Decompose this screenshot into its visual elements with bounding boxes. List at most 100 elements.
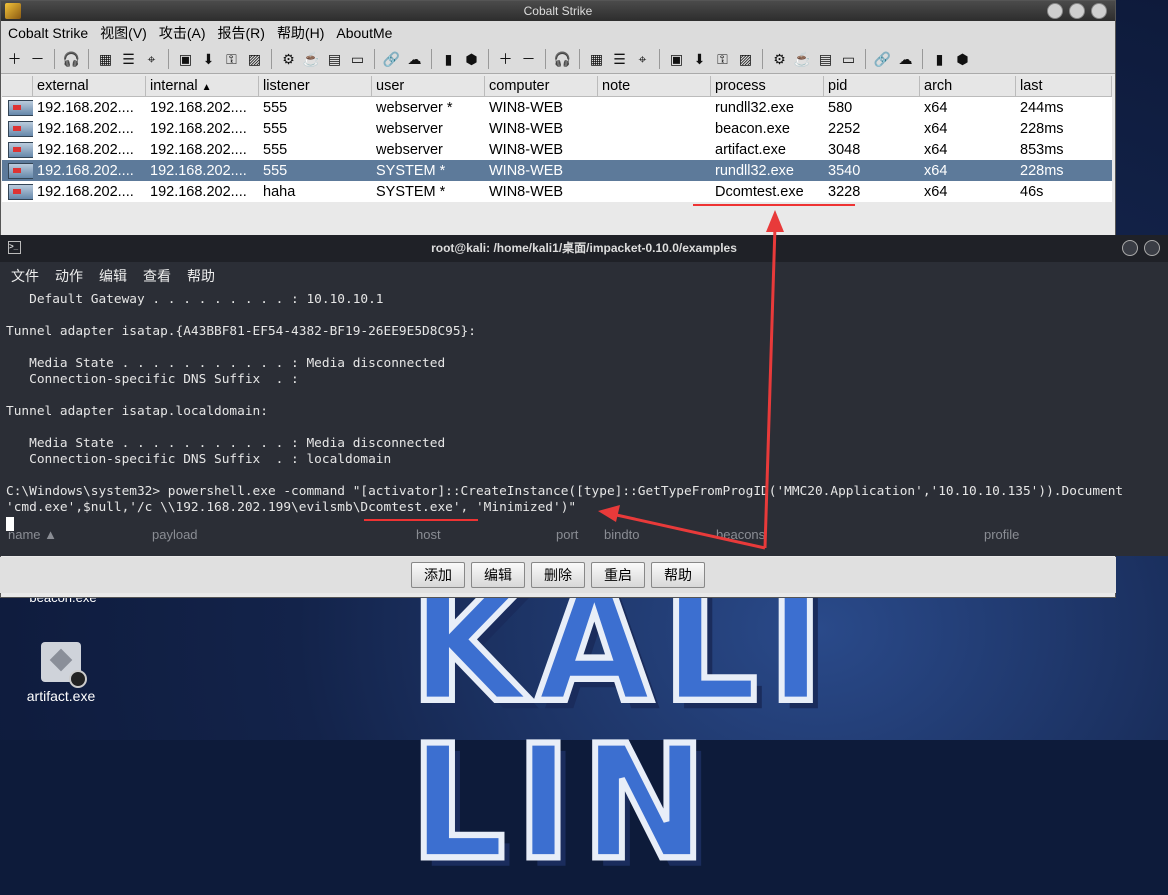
toolbar-separator <box>168 49 169 69</box>
table-row[interactable]: 192.168.202.... 192.168.202.... 555 webserv… <box>2 139 1112 160</box>
close-button[interactable] <box>1091 3 1107 19</box>
col-header-name[interactable]: name ▲ <box>4 527 148 549</box>
document-icon[interactable]: ▤ <box>816 50 835 69</box>
book-icon[interactable]: ▮ <box>930 50 949 69</box>
headphones-icon[interactable]: 🎧 <box>553 50 572 69</box>
terminal-output[interactable]: Default Gateway . . . . . . . . . : 10.1… <box>0 290 1168 516</box>
col-header-last[interactable]: last <box>1016 76 1112 96</box>
col-header-port[interactable]: port <box>552 527 600 549</box>
picture-icon[interactable]: ▨ <box>736 50 755 69</box>
crosshair-icon[interactable]: ⌖ <box>633 50 652 69</box>
desktop-icon-artifact[interactable]: artifact.exe <box>16 642 106 704</box>
col-header-pid[interactable]: pid <box>824 76 920 96</box>
terminal-maximize-button[interactable] <box>1144 240 1160 256</box>
cell-last: 228ms <box>1020 162 1064 179</box>
menu-cobalt-strike[interactable]: Cobalt Strike <box>6 25 90 41</box>
menu-view[interactable]: 视图(V) <box>98 23 149 43</box>
terminal-menu-view[interactable]: 查看 <box>143 266 171 286</box>
coffee-icon[interactable]: ☕ <box>793 50 812 69</box>
menu-reporting[interactable]: 报告(R) <box>216 23 267 43</box>
image-icon[interactable]: ▣ <box>667 50 686 69</box>
plus-icon[interactable]: ＋ <box>5 50 24 69</box>
maximize-button[interactable] <box>1069 3 1085 19</box>
col-header-arch[interactable]: arch <box>920 76 1016 96</box>
col-header-external[interactable]: external <box>33 76 146 96</box>
col-header-profile[interactable]: profile <box>980 527 1104 549</box>
cloud-icon[interactable]: ☁ <box>896 50 915 69</box>
col-header-computer[interactable]: computer <box>485 76 598 96</box>
cell-process: artifact.exe <box>715 141 786 158</box>
cell-external: 192.168.202.... <box>37 141 134 158</box>
crosshair-icon[interactable]: ⌖ <box>142 50 161 69</box>
edit-button[interactable]: 编辑 <box>471 562 525 588</box>
cell-internal: 192.168.202.... <box>150 99 247 116</box>
gear-icon[interactable]: ⚙ <box>770 50 789 69</box>
remove-button[interactable]: 删除 <box>531 562 585 588</box>
minus-icon[interactable]: － <box>28 50 47 69</box>
cube-icon[interactable]: ⬢ <box>462 50 481 69</box>
toolbar-separator <box>431 49 432 69</box>
cell-user: SYSTEM * <box>376 162 446 179</box>
terminal-titlebar[interactable]: >_ root@kali: /home/kali1/桌面/impacket-0.… <box>0 235 1168 262</box>
help-button[interactable]: 帮助 <box>651 562 705 588</box>
cell-last: 853ms <box>1020 141 1064 158</box>
terminal-menu-edit[interactable]: 编辑 <box>99 266 127 286</box>
cloud-icon[interactable]: ☁ <box>405 50 424 69</box>
grid-icon[interactable]: ▦ <box>96 50 115 69</box>
col-header-internal[interactable]: internal ▲ <box>146 76 259 96</box>
terminal-menu-help[interactable]: 帮助 <box>187 266 215 286</box>
cell-external: 192.168.202.... <box>37 99 134 116</box>
table-row[interactable]: 192.168.202.... 192.168.202.... 555 webserv… <box>2 97 1112 118</box>
terminal-icon[interactable]: ▭ <box>839 50 858 69</box>
headphones-icon[interactable]: 🎧 <box>62 50 81 69</box>
coffee-icon[interactable]: ☕ <box>302 50 321 69</box>
menu-help[interactable]: 帮助(H) <box>275 23 326 43</box>
download-icon[interactable]: ⬇ <box>690 50 709 69</box>
cell-arch: x64 <box>924 183 948 200</box>
link-icon[interactable]: 🔗 <box>382 50 401 69</box>
download-icon[interactable]: ⬇ <box>199 50 218 69</box>
col-header-host[interactable]: host <box>412 527 552 549</box>
terminal-menu-file[interactable]: 文件 <box>11 266 39 286</box>
menu-attacks[interactable]: 攻击(A) <box>157 23 208 43</box>
cell-pid: 3228 <box>828 183 861 200</box>
gear-icon[interactable]: ⚙ <box>279 50 298 69</box>
col-header-process[interactable]: process <box>711 76 824 96</box>
document-icon[interactable]: ▤ <box>325 50 344 69</box>
terminal-minimize-button[interactable] <box>1122 240 1138 256</box>
col-header-bindto[interactable]: bindto <box>600 527 712 549</box>
col-header-beacons[interactable]: beacons <box>712 527 980 549</box>
minus-icon[interactable]: － <box>519 50 538 69</box>
table-row[interactable]: 192.168.202.... 192.168.202.... 555 webserv… <box>2 118 1112 139</box>
add-button[interactable]: 添加 <box>411 562 465 588</box>
list-icon[interactable]: ☰ <box>119 50 138 69</box>
menu-aboutme[interactable]: AboutMe <box>334 25 394 41</box>
key-icon[interactable]: ⚿ <box>222 50 241 69</box>
col-header-user[interactable]: user <box>372 76 485 96</box>
picture-icon[interactable]: ▨ <box>245 50 264 69</box>
toolbar-separator <box>545 49 546 69</box>
terminal-menu-actions[interactable]: 动作 <box>55 266 83 286</box>
table-row[interactable]: 192.168.202.... 192.168.202.... 555 SYSTEM … <box>2 160 1112 181</box>
link-icon[interactable]: 🔗 <box>873 50 892 69</box>
table-row[interactable]: 192.168.202.... 192.168.202.... haha SYSTEM… <box>2 181 1112 202</box>
col-header-listener[interactable]: listener <box>259 76 372 96</box>
list-icon[interactable]: ☰ <box>610 50 629 69</box>
restart-button[interactable]: 重启 <box>591 562 645 588</box>
grid-icon[interactable]: ▦ <box>587 50 606 69</box>
cube-icon[interactable]: ⬢ <box>953 50 972 69</box>
cs-titlebar[interactable]: Cobalt Strike <box>1 1 1115 21</box>
terminal-icon[interactable]: ▭ <box>348 50 367 69</box>
book-icon[interactable]: ▮ <box>439 50 458 69</box>
col-header-payload[interactable]: payload <box>148 527 412 549</box>
cell-pid: 3540 <box>828 162 861 179</box>
minimize-button[interactable] <box>1047 3 1063 19</box>
cell-internal: 192.168.202.... <box>150 141 247 158</box>
cell-listener: 555 <box>263 141 288 158</box>
key-icon[interactable]: ⚿ <box>713 50 732 69</box>
plus-icon[interactable]: ＋ <box>496 50 515 69</box>
col-header-note[interactable]: note <box>598 76 711 96</box>
image-icon[interactable]: ▣ <box>176 50 195 69</box>
